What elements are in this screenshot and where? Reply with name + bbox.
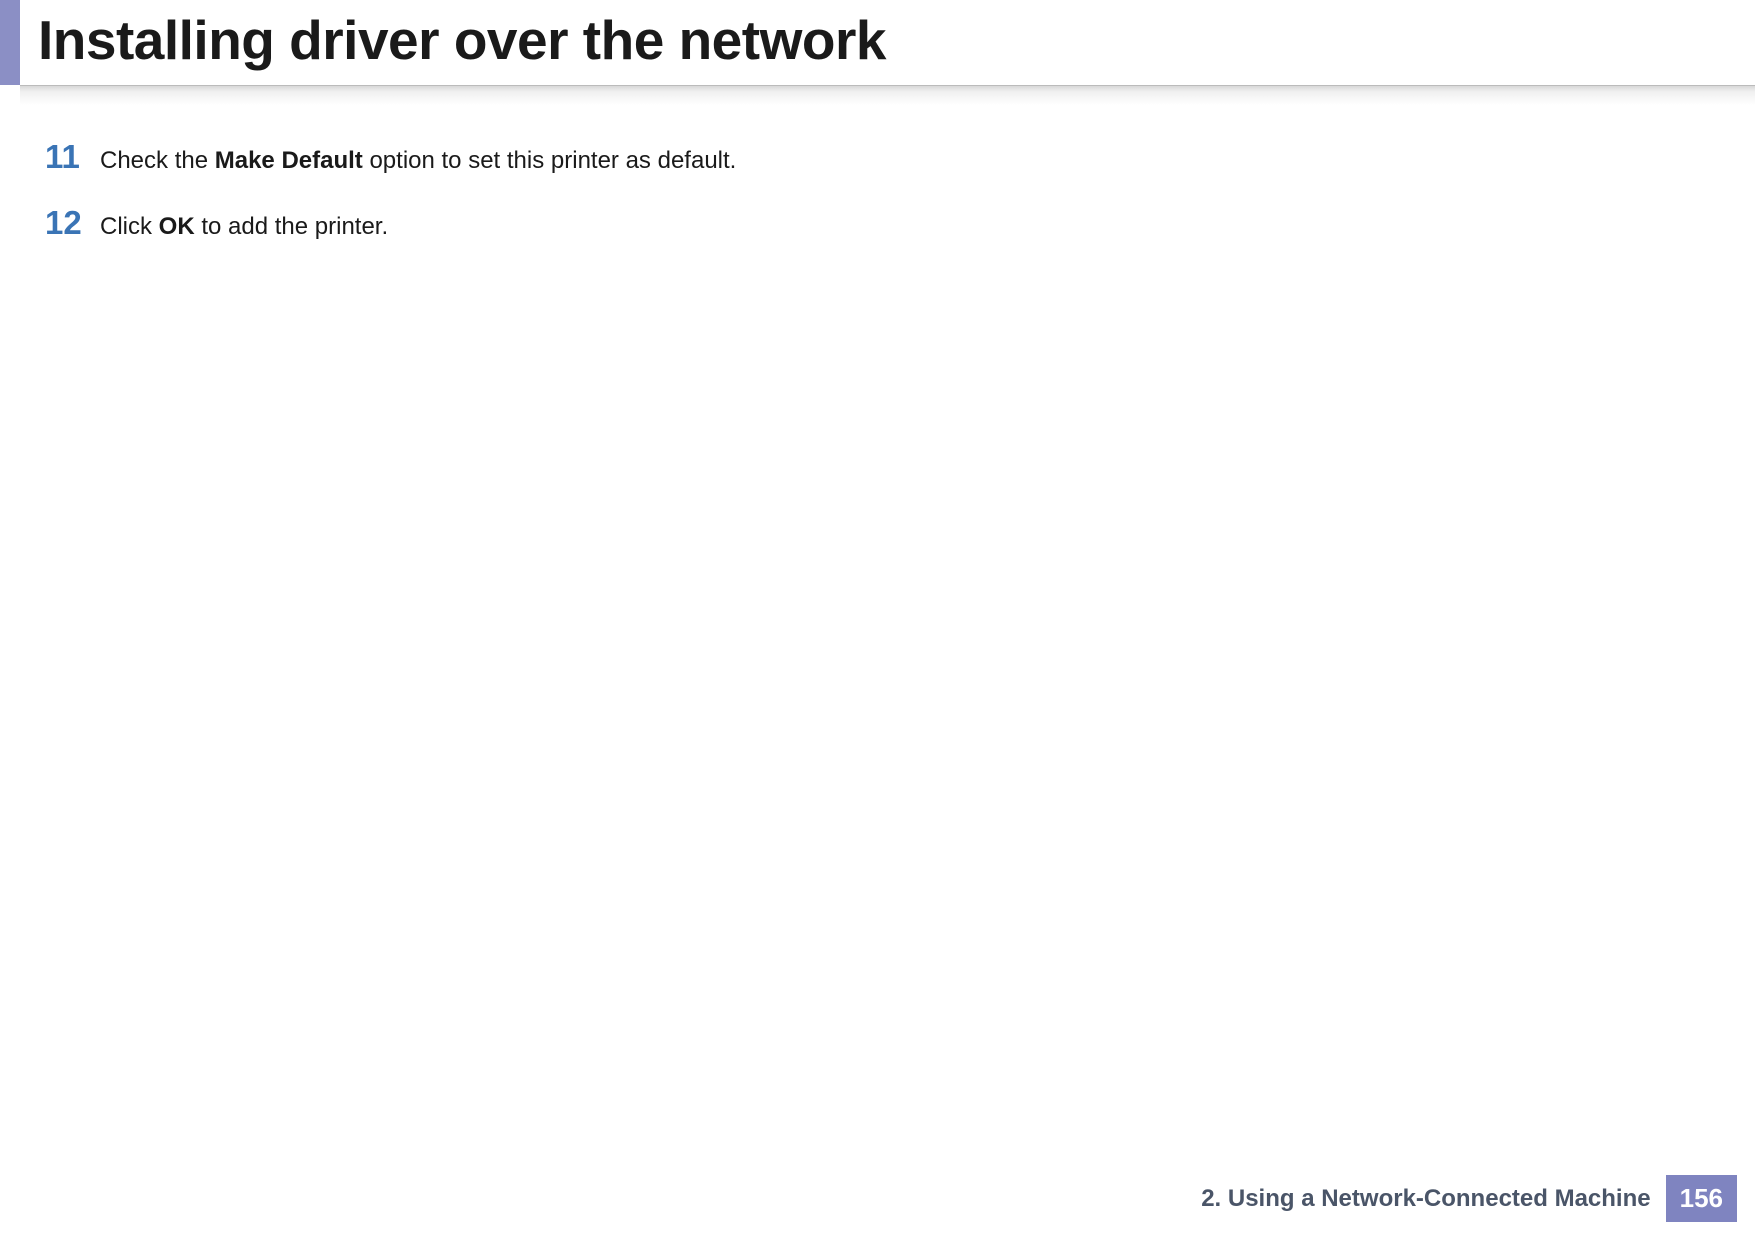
step-text-bold: OK xyxy=(159,213,195,240)
step-text-before: Check the xyxy=(100,147,215,174)
footer-chapter: 2. Using a Network-Connected Machine xyxy=(1201,1185,1650,1213)
title-divider xyxy=(20,85,1755,105)
step-text-before: Click xyxy=(100,213,159,240)
step-text-after: to add the printer. xyxy=(195,213,388,240)
steps-container: 11 Check the Make Default option to set … xyxy=(45,140,736,272)
footer: 2. Using a Network-Connected Machine 156 xyxy=(1201,1175,1737,1222)
step-text-bold: Make Default xyxy=(215,147,363,174)
step-number: 11 xyxy=(45,140,100,173)
page-title: Installing driver over the network xyxy=(38,8,886,72)
page-number: 156 xyxy=(1666,1175,1737,1222)
step-text-after: option to set this printer as default. xyxy=(363,147,737,174)
step-number: 12 xyxy=(45,206,100,239)
header-accent-bar xyxy=(0,0,20,85)
step-row: 12 Click OK to add the printer. xyxy=(45,206,736,242)
step-text: Check the Make Default option to set thi… xyxy=(100,145,736,176)
step-row: 11 Check the Make Default option to set … xyxy=(45,140,736,176)
step-text: Click OK to add the printer. xyxy=(100,211,388,242)
